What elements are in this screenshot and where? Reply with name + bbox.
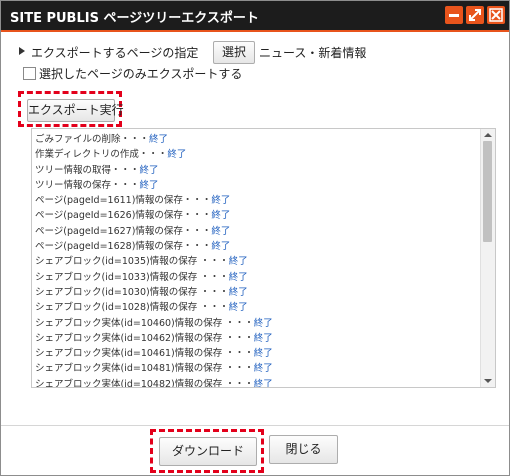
title-bar[interactable]: SITE PUBLIS ページツリーエクスポート bbox=[1, 1, 509, 32]
log-line-status: 終了 bbox=[211, 225, 231, 237]
export-log-panel[interactable]: ごみファイルの削除・・・終了 作業ディレクトリの作成・・・終了 ツリー情報の取得・・… bbox=[31, 128, 496, 388]
log-line: シェアブロック実体(id=10481)情報の保存 ・・・終了 bbox=[35, 361, 475, 376]
log-line-status: 終了 bbox=[211, 241, 231, 253]
log-line: シェアブロック実体(id=10461)情報の保存 ・・・終了 bbox=[35, 346, 475, 361]
log-line-text: シェアブロック(id=1035)情報の保存 ・・・ bbox=[35, 256, 229, 268]
log-line: ページ(pageId=1628)情報の保存・・・終了 bbox=[35, 239, 475, 254]
close-icon[interactable] bbox=[487, 6, 505, 24]
log-line-text: シェアブロック実体(id=10461)情報の保存 ・・・ bbox=[35, 348, 254, 360]
log-line-text: ページ(pageId=1626)情報の保存・・・ bbox=[35, 210, 212, 222]
log-line-text: ツリー情報の保存・・・ bbox=[35, 179, 140, 191]
log-line: シェアブロック(id=1028)情報の保存 ・・・終了 bbox=[35, 300, 475, 315]
dialog-title: SITE PUBLIS ページツリーエクスポート bbox=[10, 11, 259, 26]
log-line-text: ページ(pageId=1628)情報の保存・・・ bbox=[35, 241, 212, 253]
log-line: シェアブロック(id=1033)情報の保存 ・・・終了 bbox=[35, 270, 475, 285]
scroll-thumb[interactable] bbox=[483, 141, 492, 242]
log-line: シェアブロック(id=1030)情報の保存 ・・・終了 bbox=[35, 285, 475, 300]
triangle-bullet-icon bbox=[19, 47, 25, 55]
log-line-text: ツリー情報の取得・・・ bbox=[35, 164, 140, 176]
log-line: シェアブロック実体(id=10462)情報の保存 ・・・終了 bbox=[35, 331, 475, 346]
minimize-icon[interactable] bbox=[445, 6, 463, 24]
log-line: 作業ディレクトリの作成・・・終了 bbox=[35, 147, 475, 162]
export-target-label: エクスポートするページの指定 bbox=[31, 46, 199, 60]
log-line-status: 終了 bbox=[139, 164, 159, 176]
log-line-status: 終了 bbox=[228, 286, 248, 298]
log-line-status: 終了 bbox=[228, 302, 248, 314]
close-button[interactable]: 閉じる bbox=[269, 435, 338, 464]
select-page-button[interactable]: 選択 bbox=[213, 41, 255, 64]
log-line: ページ(pageId=1627)情報の保存・・・終了 bbox=[35, 224, 475, 239]
maximize-icon[interactable] bbox=[466, 6, 484, 24]
log-scrollbar[interactable] bbox=[480, 129, 495, 387]
log-line-status: 終了 bbox=[228, 256, 248, 268]
log-line: シェアブロック(id=1035)情報の保存 ・・・終了 bbox=[35, 254, 475, 269]
only-selected-label: 選択したページのみエクスポートする bbox=[39, 67, 243, 81]
log-line-status: 終了 bbox=[253, 332, 273, 344]
log-line-status: 終了 bbox=[211, 195, 231, 207]
log-line: ごみファイルの削除・・・終了 bbox=[35, 132, 475, 147]
log-line-status: 終了 bbox=[253, 363, 273, 375]
export-target-row: エクスポートするページの指定 選択 ニュース・新着情報 bbox=[19, 41, 499, 64]
log-line-status: 終了 bbox=[167, 149, 187, 161]
log-line-text: ごみファイルの削除・・・ bbox=[35, 134, 150, 145]
download-highlight: ダウンロード bbox=[150, 429, 264, 473]
log-line-status: 終了 bbox=[211, 210, 231, 222]
log-line-text: シェアブロック実体(id=10482)情報の保存 ・・・ bbox=[35, 378, 254, 388]
export-log: ごみファイルの削除・・・終了 作業ディレクトリの作成・・・終了 ツリー情報の取得・・… bbox=[35, 132, 475, 388]
log-line: ページ(pageId=1611)情報の保存・・・終了 bbox=[35, 193, 475, 208]
log-line-text: シェアブロック実体(id=10481)情報の保存 ・・・ bbox=[35, 363, 254, 375]
log-line-status: 終了 bbox=[139, 179, 159, 191]
download-button[interactable]: ダウンロード bbox=[159, 437, 257, 466]
log-line-text: シェアブロック(id=1030)情報の保存 ・・・ bbox=[35, 286, 229, 298]
log-line-text: シェアブロック(id=1028)情報の保存 ・・・ bbox=[35, 302, 229, 314]
log-line-text: シェアブロック実体(id=10462)情報の保存 ・・・ bbox=[35, 332, 254, 344]
log-line: シェアブロック実体(id=10460)情報の保存 ・・・終了 bbox=[35, 316, 475, 331]
log-line-status: 終了 bbox=[253, 378, 273, 388]
execute-highlight: エクスポート実行 bbox=[18, 91, 124, 127]
scroll-up-icon[interactable] bbox=[484, 133, 492, 137]
log-line-status: 終了 bbox=[253, 348, 273, 360]
log-line: シェアブロック実体(id=10482)情報の保存 ・・・終了 bbox=[35, 377, 475, 388]
log-line-text: シェアブロック実体(id=10460)情報の保存 ・・・ bbox=[35, 317, 254, 329]
log-line: ツリー情報の取得・・・終了 bbox=[35, 163, 475, 178]
log-line-text: シェアブロック(id=1033)情報の保存 ・・・ bbox=[35, 271, 229, 283]
selected-page-name: ニュース・新着情報 bbox=[259, 46, 367, 60]
log-line-text: 作業ディレクトリの作成・・・ bbox=[35, 149, 168, 161]
footer-divider bbox=[1, 425, 509, 426]
export-execute-button[interactable]: エクスポート実行 bbox=[27, 99, 124, 122]
log-line: ページ(pageId=1626)情報の保存・・・終了 bbox=[35, 208, 475, 223]
log-line: ツリー情報の保存・・・終了 bbox=[35, 178, 475, 193]
export-dialog: SITE PUBLIS ページツリーエクスポート エクスポートするページの指定 … bbox=[0, 0, 510, 476]
log-line-text: ページ(pageId=1611)情報の保存・・・ bbox=[35, 195, 212, 207]
log-line-text: ページ(pageId=1627)情報の保存・・・ bbox=[35, 225, 212, 237]
log-line-status: 終了 bbox=[228, 271, 248, 283]
log-line-status: 終了 bbox=[149, 134, 169, 145]
log-line-status: 終了 bbox=[253, 317, 273, 329]
scroll-down-icon[interactable] bbox=[484, 379, 492, 383]
only-selected-checkbox[interactable] bbox=[23, 67, 36, 80]
